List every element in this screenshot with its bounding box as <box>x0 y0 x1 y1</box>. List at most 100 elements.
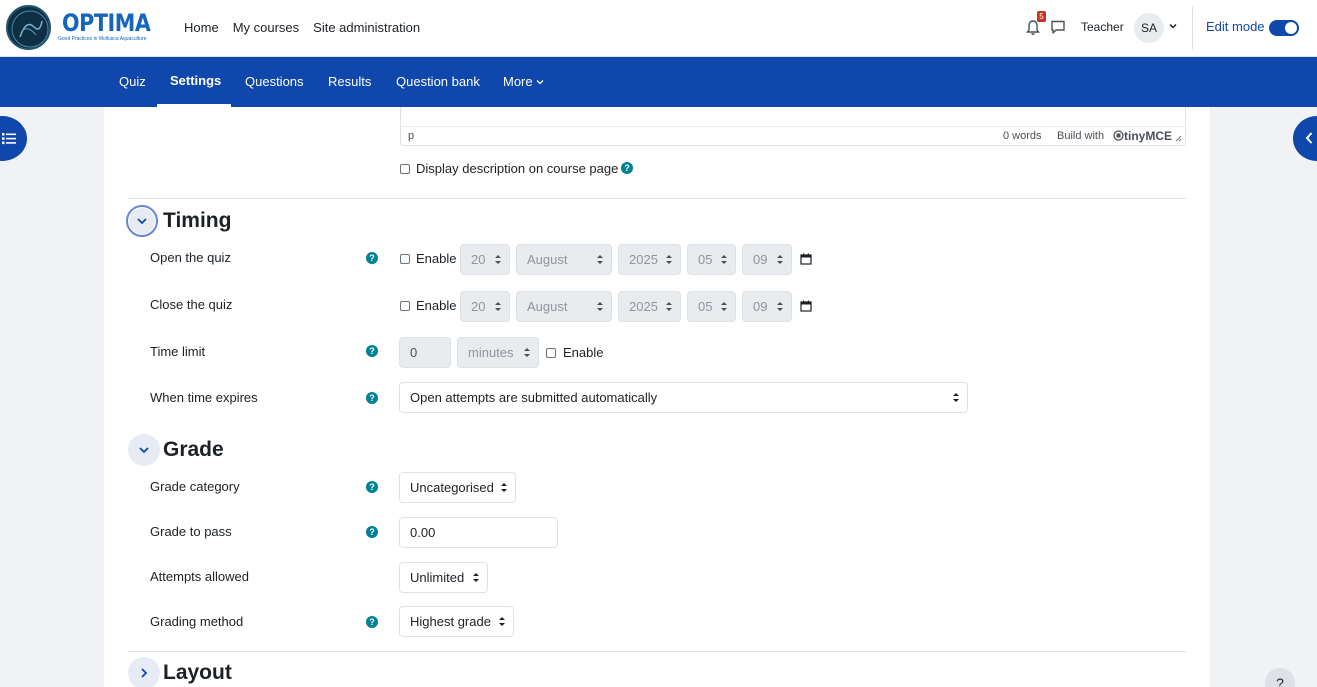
tab-questions[interactable]: Questions <box>245 74 304 89</box>
time-limit-unit-value: minutes <box>468 345 514 360</box>
open-quiz-day-value: 20 <box>471 252 486 267</box>
select-arrows-icon <box>501 483 507 492</box>
open-quiz-calendar-icon[interactable] <box>800 253 812 265</box>
open-quiz-enable-checkbox[interactable] <box>400 254 410 264</box>
attempts-allowed-value: Unlimited <box>410 570 465 585</box>
attempts-allowed-label: Attempts allowed <box>150 569 249 584</box>
close-quiz-enable-checkbox[interactable] <box>400 301 410 311</box>
close-quiz-month-select[interactable]: August <box>516 291 612 322</box>
nav-site-administration[interactable]: Site administration <box>306 19 427 36</box>
select-arrows-icon <box>777 255 783 264</box>
timing-collapse-toggle[interactable] <box>126 205 158 237</box>
open-quiz-year-select[interactable]: 2025 <box>618 244 681 275</box>
select-arrows-icon <box>721 255 727 264</box>
tab-quiz[interactable]: Quiz <box>119 74 146 89</box>
close-quiz-day-value: 20 <box>471 299 486 314</box>
chevron-right-icon <box>141 668 148 678</box>
tab-more[interactable]: More <box>503 74 544 89</box>
grade-category-select[interactable]: Uncategorised <box>399 472 516 503</box>
grade-to-pass-help-icon[interactable]: ? <box>366 526 378 538</box>
course-index-drawer-toggle[interactable] <box>0 116 27 161</box>
logo-emblem <box>6 5 51 50</box>
select-arrows-icon <box>597 255 603 264</box>
editor-word-count[interactable]: 0 words <box>1003 130 1042 142</box>
section-divider <box>128 651 1186 652</box>
block-drawer-toggle[interactable] <box>1293 116 1317 161</box>
close-quiz-month-value: August <box>527 299 568 314</box>
attempts-allowed-select[interactable]: Unlimited <box>399 562 488 593</box>
grade-collapse-toggle[interactable] <box>128 434 160 466</box>
select-arrows-icon <box>666 302 672 311</box>
tinymce-logo-icon <box>1113 130 1124 141</box>
display-description-checkbox[interactable] <box>400 164 410 174</box>
help-button[interactable]: ? <box>1265 668 1295 687</box>
close-quiz-minute-select[interactable]: 09 <box>742 291 792 322</box>
time-expires-select[interactable]: Open attempts are submitted automaticall… <box>399 382 968 413</box>
edit-mode-toggle[interactable] <box>1269 20 1299 36</box>
top-navbar: OPTIMA Good Practices in Mollusca Aquacu… <box>0 0 1317 57</box>
select-arrows-icon <box>495 302 501 311</box>
primary-navigation: Home My courses Site administration <box>177 19 427 36</box>
grade-to-pass-input[interactable]: 0.00 <box>399 517 558 548</box>
chevron-down-icon <box>139 447 149 454</box>
grade-section-title: Grade <box>163 438 224 461</box>
select-arrows-icon <box>666 255 672 264</box>
open-quiz-day-select[interactable]: 20 <box>460 244 510 275</box>
layout-section-title: Layout <box>163 661 232 684</box>
open-quiz-month-select[interactable]: August <box>516 244 612 275</box>
open-quiz-minute-select[interactable]: 09 <box>742 244 792 275</box>
nav-home[interactable]: Home <box>177 19 226 36</box>
timing-section-title: Timing <box>163 209 232 232</box>
open-quiz-hour-select[interactable]: 05 <box>687 244 736 275</box>
grade-category-value: Uncategorised <box>410 480 494 495</box>
close-quiz-year-value: 2025 <box>629 299 658 314</box>
display-description-label: Display description on course page <box>416 161 619 176</box>
time-expires-value: Open attempts are submitted automaticall… <box>410 390 658 405</box>
open-quiz-help-icon[interactable]: ? <box>366 252 378 264</box>
select-arrows-icon <box>777 302 783 311</box>
time-limit-enable-checkbox[interactable] <box>546 348 556 358</box>
grading-method-help-icon[interactable]: ? <box>366 616 378 628</box>
user-role-label: Teacher <box>1081 20 1124 34</box>
close-quiz-calendar-icon[interactable] <box>800 300 812 312</box>
grade-to-pass-label: Grade to pass <box>150 524 232 539</box>
tab-results[interactable]: Results <box>328 74 371 89</box>
time-limit-unit-select[interactable]: minutes <box>457 337 539 368</box>
select-arrows-icon <box>495 255 501 264</box>
close-quiz-year-select[interactable]: 2025 <box>618 291 681 322</box>
editor-element-path[interactable]: p <box>408 130 414 142</box>
open-quiz-month-value: August <box>527 252 568 267</box>
close-quiz-day-select[interactable]: 20 <box>460 291 510 322</box>
tab-more-label: More <box>503 74 533 89</box>
tab-settings[interactable]: Settings <box>170 73 221 88</box>
grading-method-label: Grading method <box>150 614 244 629</box>
time-limit-help-icon[interactable]: ? <box>366 345 378 357</box>
grade-category-help-icon[interactable]: ? <box>366 481 378 493</box>
open-quiz-label: Open the quiz <box>150 250 231 265</box>
editor-build-with: Build with <box>1057 130 1105 142</box>
grading-method-select[interactable]: Highest grade <box>399 606 514 637</box>
brand-name: OPTIMA <box>62 9 151 37</box>
grading-method-value: Highest grade <box>410 614 491 629</box>
site-logo[interactable]: OPTIMA Good Practices in Mollusca Aquacu… <box>6 5 158 51</box>
nav-my-courses[interactable]: My courses <box>226 19 306 36</box>
time-expires-label: When time expires <box>150 390 258 405</box>
tinymce-brand-link[interactable]: tinyMCE <box>1113 129 1172 143</box>
layout-collapse-toggle[interactable] <box>128 657 160 687</box>
time-limit-enable-label: Enable <box>563 345 604 360</box>
close-quiz-label: Close the quiz <box>150 297 233 312</box>
close-quiz-hour-select[interactable]: 05 <box>687 291 736 322</box>
tab-question-bank[interactable]: Question bank <box>396 74 480 89</box>
time-limit-input[interactable]: 0 <box>399 337 451 368</box>
resize-handle-icon[interactable] <box>1175 135 1182 142</box>
messages-icon[interactable] <box>1050 19 1066 35</box>
user-menu-chevron-down-icon[interactable] <box>1168 21 1178 31</box>
notification-count-badge: 5 <box>1037 11 1046 22</box>
grade-category-label: Grade category <box>150 479 240 494</box>
user-avatar[interactable]: SA <box>1134 13 1164 43</box>
open-quiz-minute-value: 09 <box>753 252 768 267</box>
open-quiz-enable-label: Enable <box>416 251 457 266</box>
close-quiz-hour-value: 05 <box>698 299 713 314</box>
display-description-help-icon[interactable]: ? <box>621 162 633 174</box>
time-expires-help-icon[interactable]: ? <box>366 392 378 404</box>
